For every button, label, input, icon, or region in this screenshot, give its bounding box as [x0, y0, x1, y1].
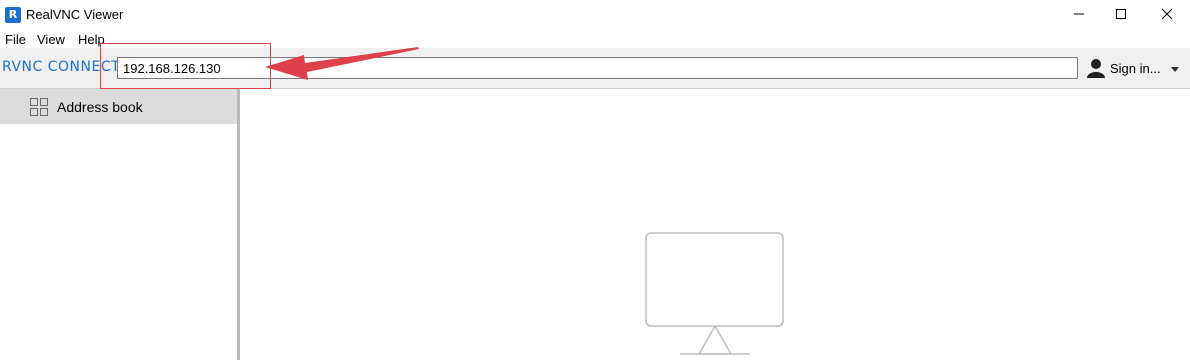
title-bar: R RealVNC Viewer: [0, 0, 1190, 30]
sidebar: Address book: [0, 89, 240, 360]
maximize-button[interactable]: [1098, 0, 1144, 30]
chevron-down-icon: [1171, 67, 1179, 72]
close-button[interactable]: [1144, 0, 1190, 30]
menu-file[interactable]: File: [5, 32, 26, 47]
minimize-button[interactable]: [1056, 0, 1102, 30]
sidebar-item-address-book[interactable]: Address book: [0, 89, 237, 124]
realvnc-app-icon: R: [5, 7, 21, 23]
sign-in-label: Sign in...: [1110, 61, 1161, 76]
sidebar-item-label: Address book: [57, 99, 143, 115]
grid-icon: [30, 98, 48, 116]
close-icon: [1161, 8, 1173, 20]
window-title: RealVNC Viewer: [26, 7, 124, 22]
annotation-highlight-box: [100, 43, 271, 89]
user-icon: [1087, 59, 1105, 78]
monitor-icon: [645, 232, 784, 355]
minimize-icon: [1074, 13, 1084, 15]
menu-view[interactable]: View: [37, 32, 65, 47]
maximize-icon: [1116, 9, 1126, 19]
